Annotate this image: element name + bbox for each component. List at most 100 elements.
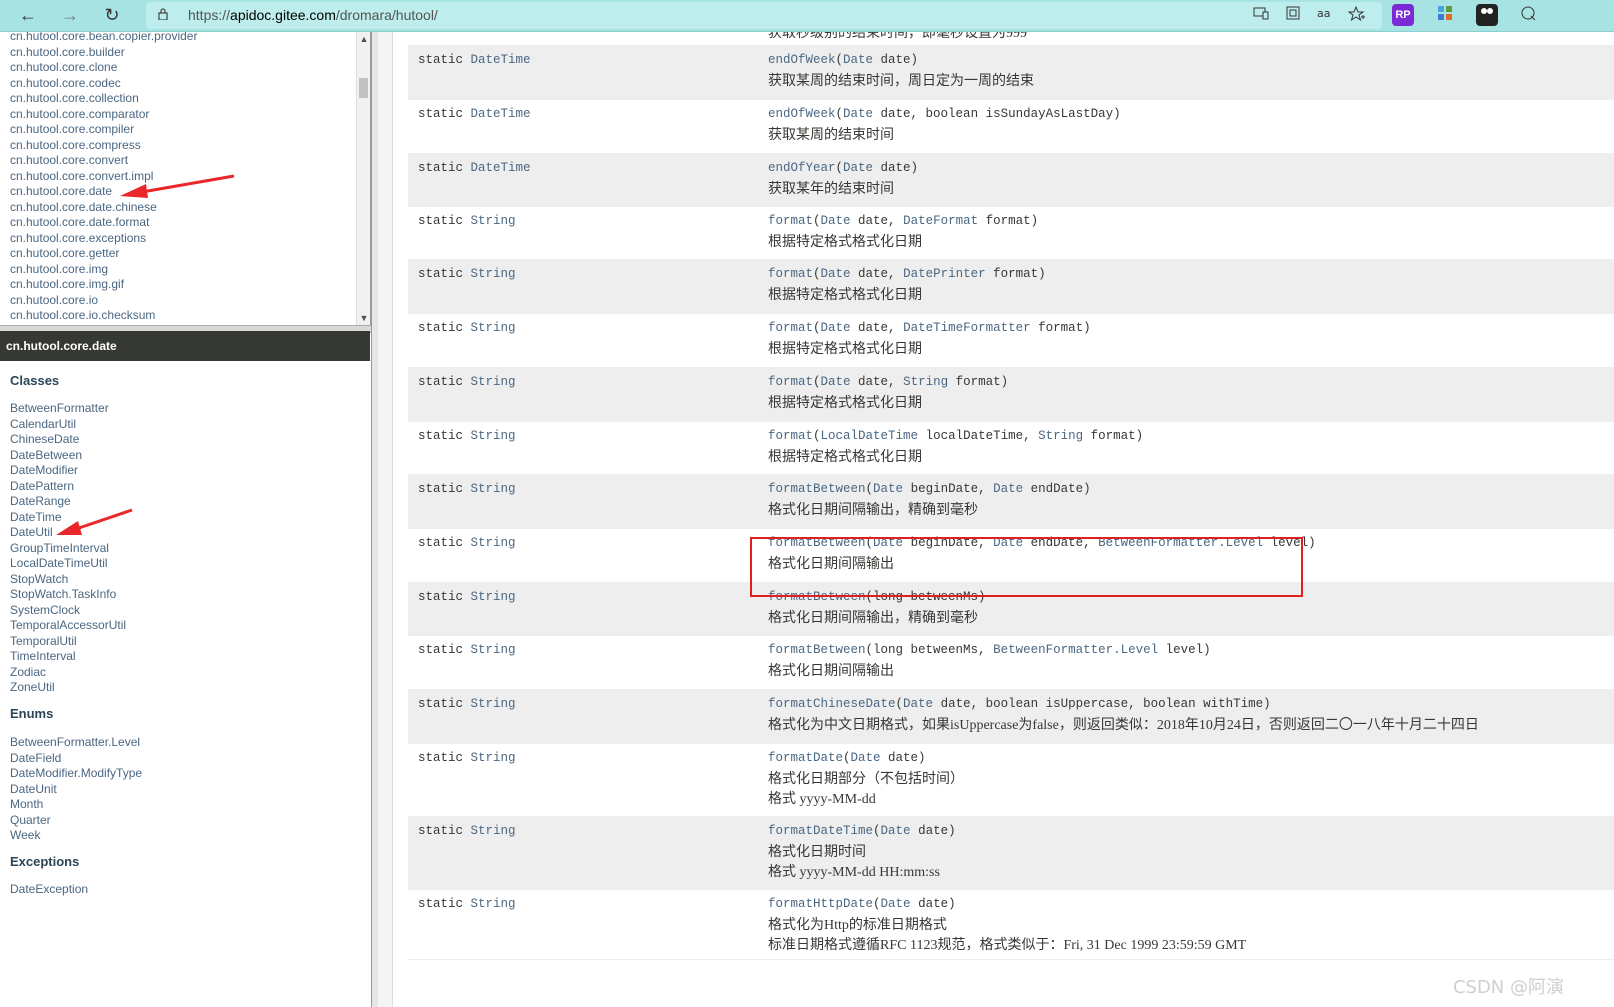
- forward-arrow-icon[interactable]: →: [58, 4, 82, 26]
- return-type-link[interactable]: String: [471, 897, 516, 911]
- class-link[interactable]: Zodiac: [10, 665, 126, 681]
- return-type-link[interactable]: String: [471, 536, 516, 550]
- method-name-link[interactable]: format: [768, 429, 813, 443]
- grid-icon[interactable]: [1282, 6, 1304, 26]
- return-type-link[interactable]: DateTime: [471, 161, 531, 175]
- method-name-link[interactable]: formatDateTime: [768, 824, 873, 838]
- return-type-link[interactable]: String: [471, 824, 516, 838]
- return-type-link[interactable]: DateTime: [471, 53, 531, 67]
- package-link[interactable]: cn.hutool.core.date.format: [10, 215, 197, 231]
- method-description: 格式 yyyy-MM-dd HH:mm:ss: [768, 865, 940, 880]
- return-type-link[interactable]: String: [471, 267, 516, 281]
- return-type-link[interactable]: String: [471, 214, 516, 228]
- class-link[interactable]: GroupTimeInterval: [10, 541, 126, 557]
- package-link[interactable]: cn.hutool.core.convert: [10, 153, 197, 169]
- enum-link[interactable]: DateModifier.ModifyType: [10, 766, 142, 782]
- package-link[interactable]: cn.hutool.core.io: [10, 293, 197, 309]
- class-link[interactable]: StopWatch: [10, 572, 126, 588]
- method-name-link[interactable]: format: [768, 267, 813, 281]
- reload-icon[interactable]: ↻: [100, 4, 124, 26]
- url-text[interactable]: https://apidoc.gitee.com/dromara/hutool/: [188, 7, 438, 23]
- return-type-link[interactable]: String: [471, 590, 516, 604]
- package-title[interactable]: cn.hutool.core.date: [0, 331, 370, 361]
- enum-link[interactable]: Month: [10, 797, 142, 813]
- method-signature: endOfWeek(Date date): [768, 53, 918, 67]
- method-params: (Date date, DateTimeFormatter format): [813, 321, 1091, 335]
- class-link[interactable]: TemporalUtil: [10, 634, 126, 650]
- package-link[interactable]: cn.hutool.core.exceptions: [10, 231, 197, 247]
- class-link[interactable]: DateBetween: [10, 448, 126, 464]
- class-link[interactable]: StopWatch.TaskInfo: [10, 587, 126, 603]
- method-name-link[interactable]: endOfYear: [768, 161, 836, 175]
- class-detail-frame: 获取秒级别的结束时间，即毫秒设置为999 static DateTime endOf…: [378, 32, 1614, 1007]
- method-name-link[interactable]: formatBetween: [768, 643, 866, 657]
- method-name-link[interactable]: formatHttpDate: [768, 897, 873, 911]
- scroll-down-arrow-icon[interactable]: ▼: [359, 313, 369, 323]
- address-bar[interactable]: https://apidoc.gitee.com/dromara/hutool/…: [146, 2, 1382, 29]
- method-row: static DateTime endOfWeek(Date date, bool…: [408, 100, 1614, 154]
- enum-link[interactable]: BetweenFormatter.Level: [10, 735, 142, 751]
- enum-link[interactable]: DateField: [10, 751, 142, 767]
- method-name-link[interactable]: format: [768, 214, 813, 228]
- method-params: (Date date, boolean isSundayAsLastDay): [835, 107, 1121, 121]
- method-name-link[interactable]: formatDate: [768, 751, 843, 765]
- profile-extension-icon[interactable]: [1476, 4, 1498, 26]
- method-name-link[interactable]: format: [768, 321, 813, 335]
- enum-link[interactable]: DateUnit: [10, 782, 142, 798]
- method-name-link[interactable]: formatBetween: [768, 482, 866, 496]
- package-link[interactable]: cn.hutool.core.compress: [10, 138, 197, 154]
- package-link[interactable]: cn.hutool.core.codec: [10, 76, 197, 92]
- enum-link[interactable]: Quarter: [10, 813, 142, 829]
- back-arrow-icon[interactable]: ←: [16, 4, 40, 26]
- return-type-link[interactable]: String: [471, 375, 516, 389]
- main-scrollbar[interactable]: [378, 32, 393, 1007]
- class-link[interactable]: CalendarUtil: [10, 417, 126, 433]
- package-link[interactable]: cn.hutool.core.collection: [10, 91, 197, 107]
- package-link[interactable]: cn.hutool.core.compiler: [10, 122, 197, 138]
- method-name-link[interactable]: formatChineseDate: [768, 697, 896, 711]
- package-link[interactable]: cn.hutool.core.img: [10, 262, 197, 278]
- scrollbar-thumb[interactable]: [359, 78, 368, 98]
- class-link[interactable]: DatePattern: [10, 479, 126, 495]
- class-link[interactable]: LocalDateTimeUtil: [10, 556, 126, 572]
- package-link[interactable]: cn.hutool.core.img.gif: [10, 277, 197, 293]
- class-link[interactable]: DateModifier: [10, 463, 126, 479]
- app-available-icon[interactable]: [1250, 6, 1272, 26]
- favorite-star-icon[interactable]: [1346, 5, 1368, 26]
- class-link[interactable]: TemporalAccessorUtil: [10, 618, 126, 634]
- address-bar-actions: aa: [1250, 5, 1368, 26]
- method-name-link[interactable]: endOfWeek: [768, 53, 836, 67]
- return-type-link[interactable]: String: [471, 429, 516, 443]
- exception-link[interactable]: DateException: [10, 882, 88, 898]
- browser-essentials-icon[interactable]: [1518, 4, 1540, 26]
- package-link[interactable]: cn.hutool.core.comparator: [10, 107, 197, 123]
- package-link[interactable]: cn.hutool.core.builder: [10, 45, 197, 61]
- class-link[interactable]: TimeInterval: [10, 649, 126, 665]
- return-type-link[interactable]: String: [471, 643, 516, 657]
- return-type-link[interactable]: String: [471, 697, 516, 711]
- return-type-link[interactable]: DateTime: [471, 107, 531, 121]
- read-aloud-icon[interactable]: aa: [1314, 6, 1336, 26]
- package-link[interactable]: cn.hutool.core.clone: [10, 60, 197, 76]
- method-signature: formatDate(Date date): [768, 751, 926, 765]
- axure-rp-extension-icon[interactable]: RP: [1392, 4, 1414, 26]
- enum-link[interactable]: Week: [10, 828, 142, 844]
- package-link[interactable]: cn.hutool.core.bean.copier.provider: [10, 32, 197, 45]
- method-params: (Date beginDate, Date endDate): [865, 482, 1091, 496]
- return-type-link[interactable]: String: [471, 482, 516, 496]
- class-link[interactable]: ZoneUtil: [10, 680, 126, 696]
- method-name-link[interactable]: format: [768, 375, 813, 389]
- package-list-scrollbar[interactable]: ▲ ▼: [356, 32, 370, 325]
- class-link[interactable]: SystemClock: [10, 603, 126, 619]
- class-link[interactable]: BetweenFormatter: [10, 401, 126, 417]
- package-link[interactable]: cn.hutool.core.getter: [10, 246, 197, 262]
- package-link[interactable]: cn.hutool.core.io.checksum: [10, 308, 197, 324]
- method-name-link[interactable]: endOfWeek: [768, 107, 836, 121]
- class-link[interactable]: ChineseDate: [10, 432, 126, 448]
- lock-icon[interactable]: [158, 8, 168, 20]
- return-type-link[interactable]: String: [471, 751, 516, 765]
- return-type-link[interactable]: String: [471, 321, 516, 335]
- method-description: 根据特定格式格式化日期: [768, 288, 922, 303]
- extensions-icon[interactable]: [1434, 4, 1456, 26]
- scroll-up-arrow-icon[interactable]: ▲: [359, 34, 369, 44]
